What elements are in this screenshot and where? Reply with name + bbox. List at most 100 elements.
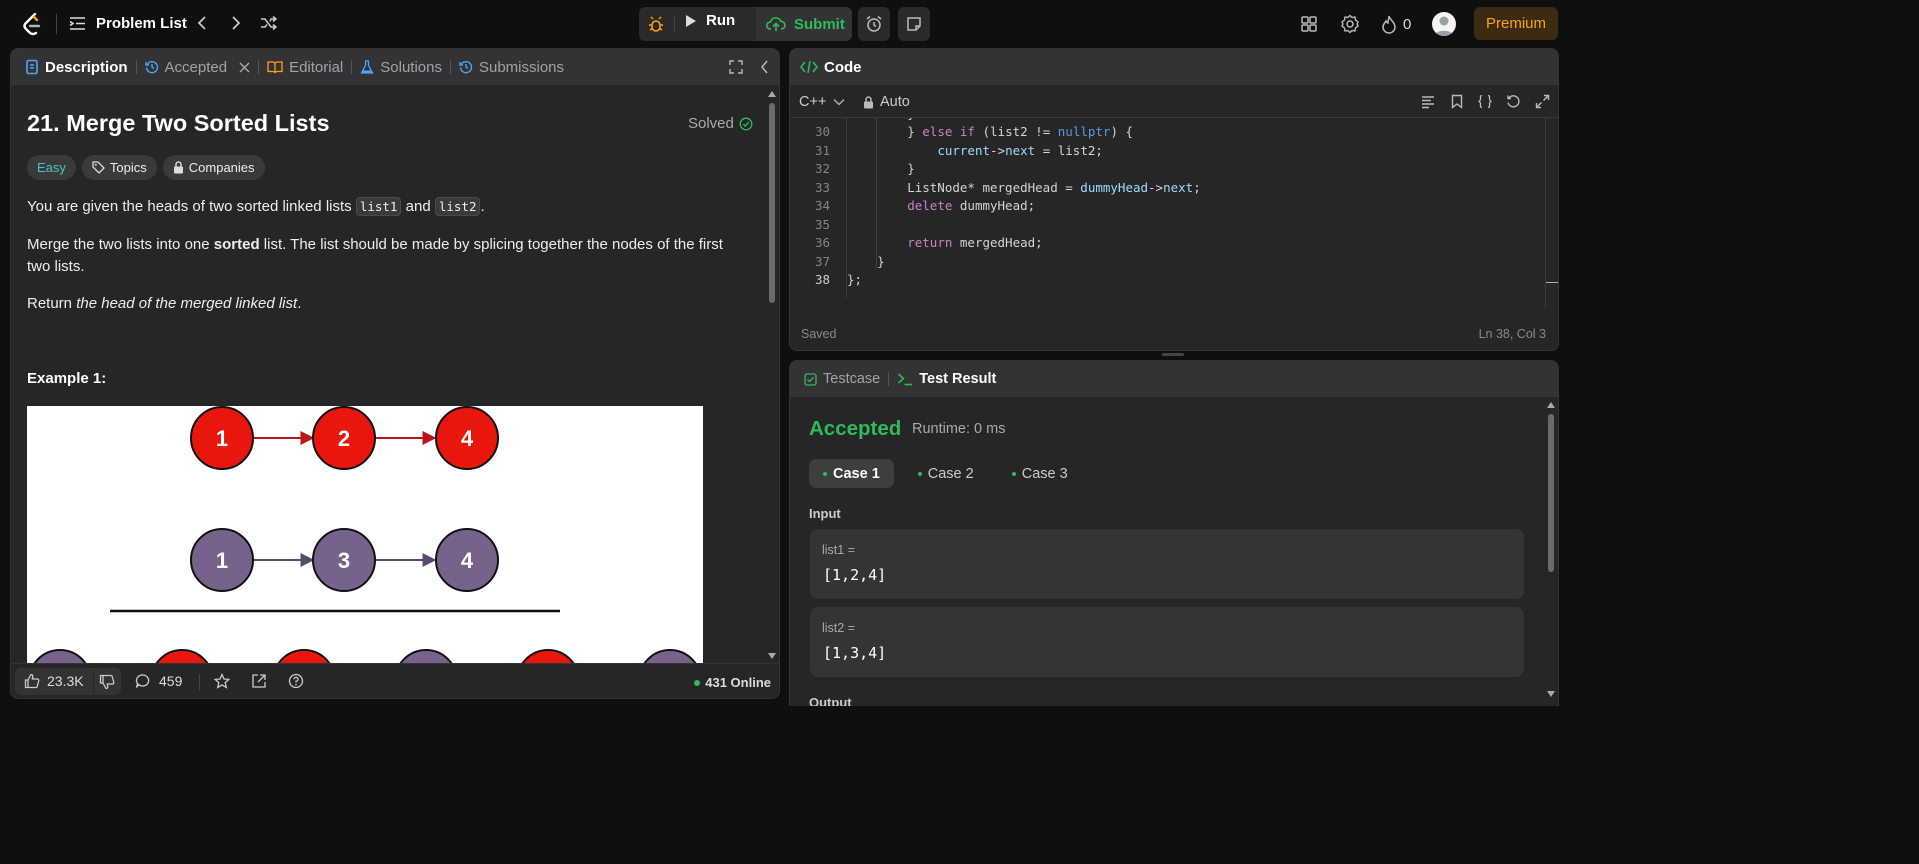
code-list2: list2 xyxy=(434,197,481,216)
line-number: 30 xyxy=(814,124,830,139)
tab-accepted-label: Accepted xyxy=(164,58,228,76)
share-icon[interactable] xyxy=(251,673,267,689)
runtime: Runtime: 0 ms xyxy=(912,421,1006,437)
description-footer: 23.3K 459 431 Online xyxy=(11,663,779,698)
tab-editorial[interactable]: Editorial xyxy=(259,59,351,76)
pass-dot xyxy=(1011,471,1016,476)
line-number: 36 xyxy=(814,235,830,250)
code-panel: Code C++ Auto } 30 } else if (list2 != n… xyxy=(789,48,1559,351)
help-icon[interactable] xyxy=(288,673,304,689)
code-scrollbar[interactable] xyxy=(1545,118,1558,308)
timer-button[interactable] xyxy=(858,7,890,41)
expand-icon[interactable] xyxy=(1535,94,1550,109)
language-select[interactable]: C++ xyxy=(799,94,845,110)
comments-button[interactable]: 459 xyxy=(135,673,182,689)
result-scrollbar[interactable] xyxy=(1544,401,1558,701)
submit-label: Submit xyxy=(794,15,845,33)
tab-submissions[interactable]: Submissions xyxy=(451,59,572,76)
maximize-icon[interactable] xyxy=(729,60,743,74)
leetcode-logo[interactable] xyxy=(22,12,42,36)
list-node: 3 xyxy=(312,528,376,592)
comment-count: 459 xyxy=(159,673,183,689)
tab-testcase[interactable]: Testcase xyxy=(796,371,888,387)
code-line: 38}; xyxy=(790,271,1530,290)
solved-indicator: Solved xyxy=(688,115,753,132)
case-label: Case 2 xyxy=(927,465,974,482)
description-paragraph-1: You are given the heads of two sorted li… xyxy=(27,196,747,218)
debug-icon[interactable] xyxy=(646,14,666,34)
close-tab-icon[interactable] xyxy=(239,62,250,73)
list-node: 2 xyxy=(312,406,376,470)
prev-problem-icon[interactable] xyxy=(196,15,208,31)
line-number: 31 xyxy=(814,142,830,158)
run-button[interactable]: Run xyxy=(684,12,735,29)
difficulty-badge[interactable]: Easy xyxy=(27,155,76,180)
code-line: 35 xyxy=(790,216,1530,235)
settings-gear-icon[interactable] xyxy=(1340,14,1360,34)
bookmark-icon[interactable] xyxy=(1451,94,1463,109)
problem-list-link[interactable]: Problem List xyxy=(96,15,187,32)
node-label: 4 xyxy=(461,426,474,451)
flask-icon xyxy=(360,59,374,75)
note-icon xyxy=(906,16,922,32)
code-line: 36 return mergedHead; xyxy=(790,234,1530,253)
example-title: Example 1: xyxy=(27,370,107,387)
input-box[interactable]: list1 = [1,2,4] xyxy=(810,529,1524,599)
list-node: 4 xyxy=(435,406,499,470)
code-editor[interactable]: } 30 } else if (list2 != nullptr) { 31 c… xyxy=(790,118,1546,299)
cloud-upload-icon xyxy=(766,16,786,32)
tab-test-result[interactable]: Test Result xyxy=(889,371,1004,387)
premium-button[interactable]: Premium xyxy=(1474,7,1558,40)
problem-list-icon[interactable] xyxy=(69,15,86,32)
companies-button[interactable]: Companies xyxy=(162,155,265,180)
tab-accepted[interactable]: Accepted xyxy=(137,59,259,76)
node-label: 3 xyxy=(338,548,350,573)
shuffle-icon[interactable] xyxy=(260,15,278,31)
list-node: 1 xyxy=(190,528,254,592)
input-box[interactable]: list2 = [1,3,4] xyxy=(810,607,1524,677)
resize-handle[interactable] xyxy=(1162,353,1184,356)
note-button[interactable] xyxy=(898,7,930,41)
tab-solutions[interactable]: Solutions xyxy=(352,59,450,76)
node-label: 2 xyxy=(338,426,350,451)
line-number: 37 xyxy=(814,253,830,269)
code-line: 32 } xyxy=(790,160,1530,179)
flame-icon xyxy=(1381,14,1397,34)
next-problem-icon[interactable] xyxy=(230,15,242,31)
result-status: Accepted xyxy=(809,417,902,440)
collapse-left-icon[interactable] xyxy=(760,60,770,74)
tab-editorial-label: Editorial xyxy=(289,58,344,76)
description-scrollbar[interactable] xyxy=(766,89,778,661)
tab-description[interactable]: Description xyxy=(17,59,136,76)
description-panel: Description Accepted Editorial Solutions… xyxy=(10,48,780,699)
auto-mode-label: Auto xyxy=(880,94,910,110)
star-icon[interactable] xyxy=(214,673,230,689)
like-button[interactable]: 23.3K xyxy=(24,673,84,689)
user-avatar[interactable] xyxy=(1432,12,1456,36)
streak-counter[interactable]: 0 xyxy=(1381,14,1411,34)
problem-title: 21. Merge Two Sorted Lists xyxy=(27,110,330,136)
reset-icon[interactable] xyxy=(1506,94,1521,109)
indent-guide xyxy=(876,118,877,268)
thumbs-down-icon[interactable] xyxy=(99,674,115,690)
curly-braces-icon[interactable] xyxy=(1477,94,1493,109)
line-number: 35 xyxy=(814,216,830,232)
top-bar: Problem List Run Submit 0 Premium xyxy=(0,0,1568,48)
submit-button[interactable]: Submit xyxy=(756,7,852,41)
topics-button[interactable]: Topics xyxy=(81,155,157,180)
online-count: 431 Online xyxy=(705,675,771,690)
code-list1: list1 xyxy=(355,197,402,216)
case-tab[interactable]: Case 2 xyxy=(904,459,988,488)
layout-icon[interactable] xyxy=(1300,15,1318,33)
case-tab[interactable]: Case 1 xyxy=(809,459,894,488)
result-tab-bar: Testcase Test Result xyxy=(790,361,1558,397)
tab-test-result-label: Test Result xyxy=(919,371,997,387)
case-tabs: Case 1 Case 2 Case 3 xyxy=(809,459,1082,488)
format-lines-icon[interactable] xyxy=(1421,95,1435,109)
case-tab[interactable]: Case 3 xyxy=(998,459,1082,488)
language-value: C++ xyxy=(799,94,827,110)
tag-icon xyxy=(92,161,105,174)
alarm-clock-icon xyxy=(865,15,883,33)
auto-mode[interactable]: Auto xyxy=(863,94,910,110)
tab-submissions-label: Submissions xyxy=(478,58,565,76)
